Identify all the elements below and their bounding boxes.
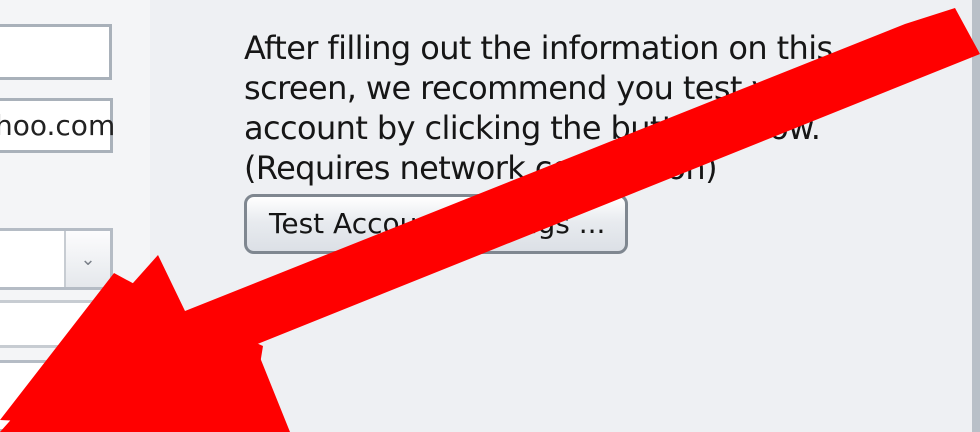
dropdown-button[interactable]: ⌄ xyxy=(64,231,110,287)
email-field-value: hoo.com xyxy=(0,109,116,142)
window-edge xyxy=(972,0,980,432)
name-field[interactable] xyxy=(0,24,112,80)
chevron-down-icon: ⌄ xyxy=(80,248,96,270)
incoming-server-field[interactable] xyxy=(0,300,113,348)
outgoing-server-field[interactable] xyxy=(0,360,113,432)
account-form-panel: hoo.com ⌄ xyxy=(0,0,150,432)
test-account-instructions: After filling out the information on thi… xyxy=(244,29,833,187)
email-field[interactable]: hoo.com xyxy=(0,98,116,153)
settings-content: After filling out the information on thi… xyxy=(164,0,980,432)
test-account-settings-button[interactable]: Test Account Settings ... xyxy=(244,194,628,254)
account-type-select[interactable]: ⌄ xyxy=(0,228,113,290)
